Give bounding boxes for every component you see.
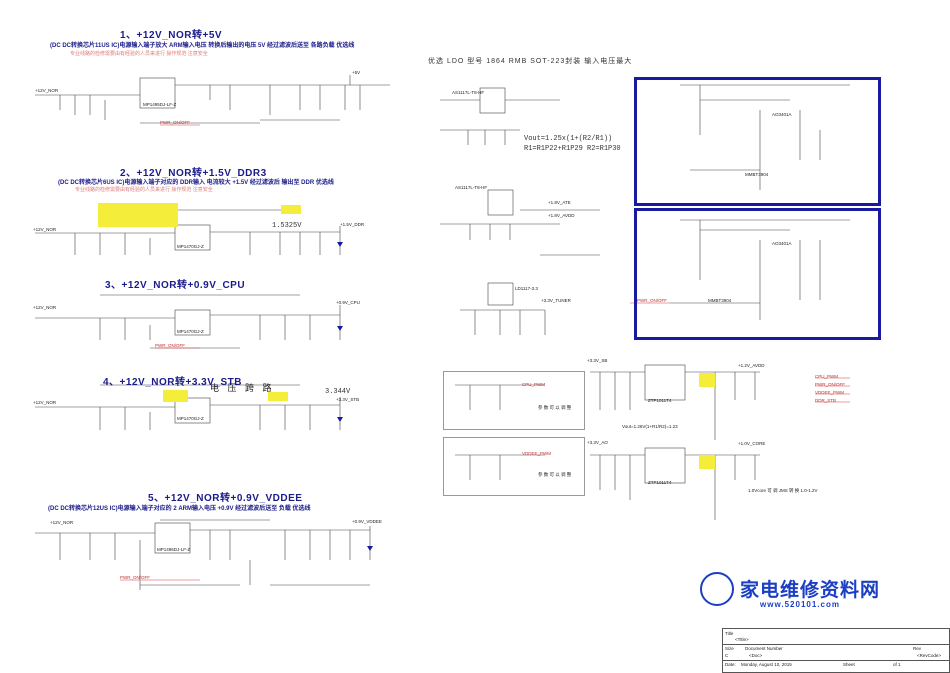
avdd-highlight [699, 373, 715, 387]
net-label: CPU_PWM [815, 374, 839, 379]
net-label: PWR_ON/OFF [815, 382, 845, 387]
title-block: Title <Title> Size C Document Number <Do… [722, 628, 950, 673]
net-label: +12V_NOR [33, 227, 57, 232]
section-1-note: (DC DC转换芯片11US IC)电源输入端子放大 ARM输入电压 转换后输出… [50, 43, 355, 49]
chip-label: MP1470GJ-Z [177, 416, 204, 421]
net-label: +1.2V_AVDD [738, 363, 765, 368]
section-3-title: 3、+12V_NOR转+0.9V_CPU [105, 280, 246, 291]
section-5-note: (DC DC转换芯片12US IC)电源输入端子对应的 2 ARM输入电压 +0… [48, 506, 311, 512]
size-label: Size [725, 646, 734, 651]
section-2-note: (DC DC转换芯片6US IC)电源输入端子对应的 DDR输入 电流较大 +1… [58, 180, 334, 186]
net-label: +1.8V_AVDD [548, 213, 575, 218]
chip-label: ZTP1011T4 [648, 398, 672, 403]
net-label: +12V_NOR [33, 305, 57, 310]
net-label: +12V_NOR [35, 88, 59, 93]
chip-label: MP1470GJ-Z [177, 329, 204, 334]
stb-resistor-highlight [268, 392, 288, 401]
net-label: +12V_NOR [33, 400, 57, 405]
ddr-voltage: 1.5325V [272, 222, 302, 230]
ddr-highlight [98, 203, 178, 227]
net-label: +3.3V_SB [587, 358, 608, 363]
section-5-title: 5、+12V_NOR转+0.9V_VDDEE [148, 493, 303, 504]
pwr-switch-box-2 [634, 208, 881, 340]
vddee-pwm-divider-box [443, 437, 585, 496]
chip-label: MP1470GJ-Z [177, 244, 204, 249]
watermark-url: www.520101.com [760, 600, 840, 609]
watermark-title: 家电维修资料网 [740, 580, 881, 601]
net-label: +0.9V_CPU [336, 300, 360, 305]
cpu-pwm-divider-box [443, 371, 585, 430]
net-label: PWR_ON/OFF [160, 120, 190, 125]
chip-label: AS1117L-T8-HF [452, 90, 485, 95]
core-highlight [699, 455, 715, 469]
sheet-value: of 1 [893, 662, 901, 667]
core-note: 1.0Vcore 可 调 JMS 转 换 1.0-1.2V [748, 488, 818, 493]
section-1-warning: 专业线路的检修需要由有经验的人员来进行 操作规范 注意安全 [70, 51, 208, 57]
net-label: +1.0V_CORE [738, 441, 766, 446]
net-label: +1.5V_DDR [340, 222, 365, 227]
divider-note: 参 数 可 以 调 整 [538, 472, 572, 477]
avdd-note: Vout=1.26V(1+R1/R2)=1.23 [622, 424, 678, 429]
section-4-extra: 电 压 跨 路 [210, 383, 275, 393]
rev-value: <RevCode> [917, 653, 942, 658]
size-value: C [725, 653, 729, 658]
net-label: +1.8V_ATE [548, 200, 571, 205]
title-label: Title [725, 631, 734, 636]
ddr-resistor-highlight [281, 205, 301, 214]
date-value: Monday, August 10, 2015 [741, 662, 792, 667]
title-value: <Title> [735, 637, 749, 642]
chip-label: ZTP1011T4 [648, 480, 672, 485]
ldo-formula-2: R1=R1P22+R1P29 R2=R1P30 [524, 145, 621, 153]
net-label: VDDEE_PWM [815, 390, 845, 395]
stb-voltage: 3.344V [325, 388, 351, 396]
section-1-title: 1、+12V_NOR转+5V [120, 30, 223, 41]
chip-label: MP1495DJ-LF-Z [143, 102, 177, 107]
watermark-logo-icon [700, 572, 734, 606]
net-label: +0.9V_VDDEE [352, 519, 382, 524]
date-label: Date: [725, 662, 736, 667]
section-2-warning: 专业线路的检修需要由有经验的人员来进行 操作规范 注意安全 [75, 187, 213, 193]
net-label: +3.3V_STB [336, 397, 360, 402]
net-label: +3.3V_AO [587, 440, 608, 445]
divider-note: 参 数 可 以 调 整 [538, 405, 572, 410]
ldo-note: 优选 LDO 型号 1864 RMB SOT-223封装 输入电压最大 [428, 58, 633, 65]
sheet-label: Sheet [843, 662, 855, 667]
stb-chip-highlight [163, 390, 188, 402]
chip-label: LD1117-3.3 [515, 286, 538, 291]
docnum-value: <Doc> [749, 653, 763, 658]
net-label: DDR_STB [815, 398, 837, 403]
rev-label: Rev [913, 646, 922, 651]
net-label: +3.3V_TUNER [541, 298, 571, 303]
chip-label: AS1117L-T8-HF [455, 185, 488, 190]
chip-label: MP1496DJ-LF-Z [157, 547, 191, 552]
docnum-label: Document Number [745, 646, 783, 651]
ldo-formula-1: Vout=1.25x(1+(R2/R1)) [524, 135, 613, 143]
net-label: +5V [352, 70, 361, 75]
net-label: +12V_NOR [50, 520, 74, 525]
net-label: PWR_ON/OFF [155, 343, 185, 348]
pwr-switch-box-1 [634, 77, 881, 206]
net-label: PWR_ON/OFF [120, 575, 150, 580]
